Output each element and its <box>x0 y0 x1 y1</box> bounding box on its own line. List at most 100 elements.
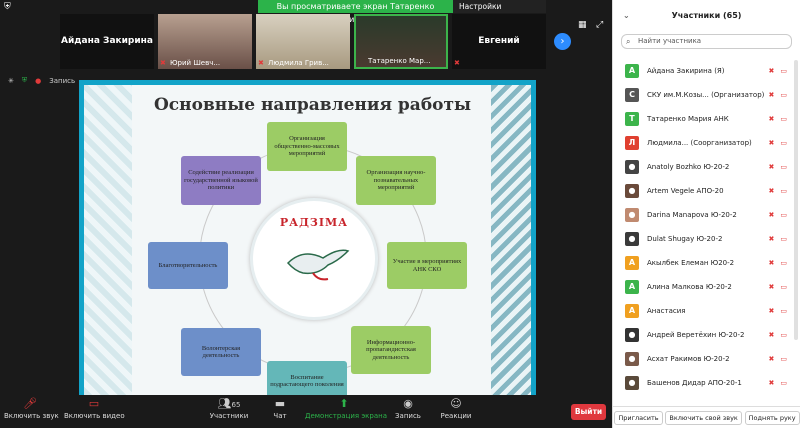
participant-row[interactable]: А Айдана Закирина (Я) ✖ ▭ <box>613 59 793 83</box>
viewing-screen-label: Вы просматриваете экран Татаренко Мария … <box>258 0 453 24</box>
avatar: ● <box>625 208 639 222</box>
participant-row[interactable]: ● Anatoly Bozhko Ю-20-2 ✖ ▭ <box>613 155 793 179</box>
scrollbar[interactable] <box>794 60 798 340</box>
avatar: ● <box>625 184 639 198</box>
participant-row[interactable]: С СКУ им.М.Козы... (Организатор) ✖ ▭ <box>613 83 793 107</box>
participant-row[interactable]: Л Людмила... (Соорганизатор) ✖ ▭ <box>613 131 793 155</box>
reactions-button[interactable]: ☺ Реакции <box>436 395 476 428</box>
box-charity: Благотворительность <box>148 242 228 289</box>
participant-row[interactable]: ● Андрей Веретёхин Ю-20-2 ✖ ▭ <box>613 323 793 347</box>
record-dot-icon: ● <box>35 76 42 85</box>
muted-mic-icon: ✖ <box>768 259 775 267</box>
video-thumbnail-strip: Айдана Закирина ✖ Юрий Шевч... ✖ Людмила… <box>60 14 580 69</box>
video-off-icon: ▭ <box>780 259 787 267</box>
avatar: ● <box>625 376 639 390</box>
participant-name: Artem Vegele АПО-20 <box>647 187 724 195</box>
participant-row[interactable]: ● Dulat Shugay Ю-20-2 ✖ ▭ <box>613 227 793 251</box>
video-off-icon: ▭ <box>780 187 787 195</box>
muted-mic-icon: ✖ <box>454 59 460 67</box>
participants-icon: 👥︎65 <box>217 397 241 410</box>
participant-name: Асхат Ракимов Ю-20-2 <box>647 355 730 363</box>
reactions-icon: ☺ <box>450 397 462 410</box>
participant-row[interactable]: ● Artem Vegele АПО-20 ✖ ▭ <box>613 179 793 203</box>
start-video-button[interactable]: ▭ Включить видео <box>64 395 125 428</box>
muted-mic-icon: ✖ <box>768 139 775 147</box>
collapse-chevron-icon[interactable]: ⌄ <box>623 11 630 20</box>
meeting-toolbar: 🎤︎ Включить звук ▭ Включить видео 👥︎65 У… <box>0 395 612 428</box>
participant-row[interactable]: А Акылбек Елеман Ю20-2 ✖ ▭ <box>613 251 793 275</box>
network-icon: ✳ <box>8 76 14 85</box>
participant-status-icons: ✖ ▭ <box>769 115 788 123</box>
thumbnail-lyudmila[interactable]: ✖ Людмила Грив... <box>256 14 350 69</box>
participant-status-icons: ✖ ▭ <box>769 211 788 219</box>
participants-button[interactable]: 👥︎65 Участники <box>206 395 252 428</box>
record-label: Запись <box>49 76 76 85</box>
participant-row[interactable]: А Анастасия ✖ ▭ <box>613 299 793 323</box>
invite-button[interactable]: Пригласить <box>614 410 663 425</box>
participant-name: Андрей Веретёхин Ю-20-2 <box>647 331 745 339</box>
participant-row[interactable]: ● Darina Manapova Ю-20-2 ✖ ▭ <box>613 203 793 227</box>
video-off-icon: ▭ <box>88 397 100 410</box>
thumbnail-evgeniy[interactable]: ✖ Евгений <box>452 14 546 69</box>
unmute-me-button[interactable]: Включить свой звук <box>665 410 742 425</box>
participant-name: Татаренко Мария АНК <box>647 115 729 123</box>
share-screen-icon: ⬆ <box>339 397 349 410</box>
participant-status-icons: ✖ ▭ <box>769 163 788 171</box>
box-ank-events: Участие в мероприятиях АНК СКО <box>387 242 467 289</box>
security-shield-icon: ⛨ <box>4 2 11 12</box>
right-ornament <box>491 85 531 395</box>
avatar: ● <box>625 352 639 366</box>
next-page-button[interactable]: › <box>554 33 571 50</box>
chat-icon: ▬ <box>274 397 286 410</box>
box-science-events: Организация научно-познавательных меропр… <box>356 156 436 205</box>
participant-name: Айдана Закирина (Я) <box>647 67 725 75</box>
muted-mic-icon: ✖ <box>768 67 775 75</box>
avatar: ● <box>625 160 639 174</box>
participant-status-icons: ✖ ▭ <box>769 307 788 315</box>
avatar: А <box>625 304 639 318</box>
video-off-icon: ▭ <box>780 235 787 243</box>
video-off-icon: ▭ <box>780 91 787 99</box>
participant-status-icons: ✖ ▭ <box>769 91 788 99</box>
thumbnail-tatarenko[interactable]: Татаренко Мар... <box>354 14 448 69</box>
record-button[interactable]: ◉ Запись <box>390 395 426 428</box>
participant-row[interactable]: ● Башенов Дидар АПО-20-1 ✖ ▭ <box>613 371 793 395</box>
participant-row[interactable]: А Алина Малкова Ю-20-2 ✖ ▭ <box>613 275 793 299</box>
thumbnail-aidana[interactable]: Айдана Закирина <box>60 14 154 69</box>
thumbnail-name: Евгений <box>478 36 520 46</box>
search-participant-input[interactable]: ⌕ Найти участника <box>621 34 792 49</box>
video-off-icon: ▭ <box>780 115 787 123</box>
thumbnail-yuri[interactable]: ✖ Юрий Шевч... <box>158 14 252 69</box>
chat-button[interactable]: ▬ Чат <box>266 395 294 428</box>
bird-logo-icon <box>286 249 350 281</box>
leave-button[interactable]: Выйти <box>571 404 606 420</box>
record-icon: ◉ <box>403 397 413 410</box>
muted-mic-icon: ✖ <box>768 211 775 219</box>
participant-status-icons: ✖ ▭ <box>769 235 788 243</box>
muted-mic-icon: ✖ <box>768 331 775 339</box>
participants-panel: ⌄ Участники (65) ⌕ Найти участника А Айда… <box>612 0 800 428</box>
avatar: А <box>625 64 639 78</box>
fullscreen-icon[interactable]: ⤢ <box>596 20 603 30</box>
participant-status-icons: ✖ ▭ <box>769 67 788 75</box>
panel-footer: Пригласить Включить свой звук Поднять ру… <box>613 406 800 428</box>
video-off-icon: ▭ <box>780 307 787 315</box>
avatar: ● <box>625 232 639 246</box>
share-screen-button[interactable]: ⬆ Демонстрация экрана <box>305 395 387 428</box>
avatar: С <box>625 88 639 102</box>
participant-name: Dulat Shugay Ю-20-2 <box>647 235 723 243</box>
raise-hand-button[interactable]: Поднять руку <box>744 410 800 425</box>
participant-name: Людмила... (Соорганизатор) <box>647 139 752 147</box>
unmute-button[interactable]: 🎤︎ Включить звук <box>4 395 59 428</box>
slide-content: Основные направления работы РАДЗІМА Орга… <box>84 85 531 395</box>
box-public-events: Организация общественно-массовых меропри… <box>267 122 347 171</box>
participant-row[interactable]: ● Асхат Ракимов Ю-20-2 ✖ ▭ <box>613 347 793 371</box>
video-off-icon: ▭ <box>780 163 787 171</box>
participant-name: Анастасия <box>647 307 686 315</box>
participant-status-icons: ✖ ▭ <box>769 379 788 387</box>
avatar: А <box>625 280 639 294</box>
view-options-button[interactable]: Настройки просмотра ⌄ <box>453 0 546 24</box>
box-language-policy: Содействие реализации государственной яз… <box>181 156 261 205</box>
participant-row[interactable]: Т Татаренко Мария АНК ✖ ▭ <box>613 107 793 131</box>
muted-mic-icon: ✖ <box>768 91 775 99</box>
